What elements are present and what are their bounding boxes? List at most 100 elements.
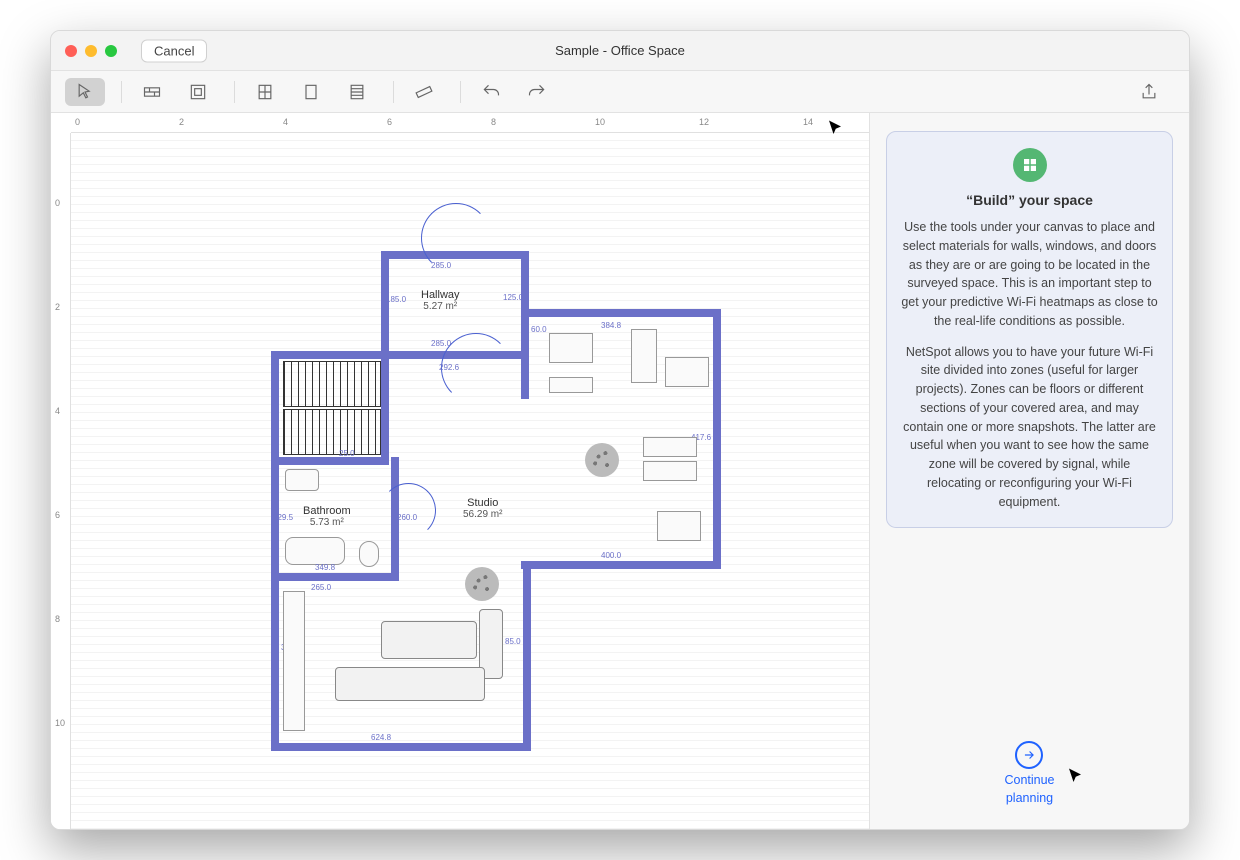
minimize-window-button[interactable] [85,45,97,57]
redo-button[interactable] [517,78,557,106]
floorplan-canvas[interactable]: 285.0 125.0 185.0 285.0 Hallway 5.27 m² … [71,133,869,829]
wall[interactable] [271,573,399,581]
separator [460,81,461,103]
ruler-tick: 0 [75,117,80,127]
stairs[interactable] [283,409,381,455]
close-window-button[interactable] [65,45,77,57]
select-tool[interactable] [65,78,105,106]
window-title: Sample - Office Space [555,43,685,58]
door-icon [301,82,321,102]
sink[interactable] [285,469,319,491]
door-tool[interactable] [291,78,331,106]
plant[interactable] [585,443,619,477]
wall[interactable] [521,309,721,317]
toolbar [51,71,1189,113]
dimension-label: 384.8 [601,321,621,330]
app-window: Cancel Sample - Office Space [50,30,1190,830]
continue-planning-button[interactable]: Continue planning [1004,741,1054,811]
kitchenette[interactable] [283,591,305,731]
stairs-icon [347,82,367,102]
undo-button[interactable] [471,78,511,106]
wall[interactable] [521,561,721,569]
wall[interactable] [523,561,531,751]
dimension-label: 185.0 [386,295,406,304]
desk[interactable] [643,461,697,481]
dimension-label: 60.0 [531,325,547,334]
dimension-label: 292.6 [439,363,459,372]
ruler-tick: 4 [55,406,60,416]
cancel-button[interactable]: Cancel [141,39,207,62]
desk[interactable] [549,333,593,363]
dimension-label: 85.0 [505,637,521,646]
stairs[interactable] [283,361,381,407]
sidebar: “Build” your space Use the tools under y… [869,113,1189,829]
ruler-icon [414,82,434,102]
desk[interactable] [665,357,709,387]
room-tool[interactable] [178,78,218,106]
dimension-label: 260.0 [397,513,417,522]
desk[interactable] [643,437,697,457]
wall[interactable] [271,743,531,751]
undo-icon [481,82,501,102]
share-button[interactable] [1129,78,1169,106]
wall[interactable] [271,351,279,751]
separator [121,81,122,103]
tip-icon [1013,148,1047,182]
ruler-tick: 2 [179,117,184,127]
separator [393,81,394,103]
dimension-label: 349.8 [315,563,335,572]
floorplan[interactable]: 285.0 125.0 185.0 285.0 Hallway 5.27 m² … [271,233,731,753]
ruler-tick: 8 [491,117,496,127]
wall[interactable] [271,457,389,465]
ruler-tick: 10 [55,718,65,728]
share-icon [1139,82,1159,102]
coffee-table[interactable] [381,621,477,659]
desk[interactable] [657,511,701,541]
redo-icon [527,82,547,102]
toilet[interactable] [359,541,379,567]
wall[interactable] [521,251,529,399]
continue-label-line2: planning [1006,791,1053,805]
dimension-label: 624.8 [371,733,391,742]
wall[interactable] [713,309,721,569]
ruler-tick: 4 [283,117,288,127]
tip-paragraph: Use the tools under your canvas to place… [901,218,1158,331]
wall[interactable] [381,351,389,465]
room-icon [188,82,208,102]
canvas-area: 0 2 4 6 8 10 12 14 0 2 4 6 8 10 [51,113,869,829]
titlebar: Cancel Sample - Office Space [51,31,1189,71]
room-label-bathroom: Bathroom 5.73 m² [303,505,351,528]
stairs-tool[interactable] [337,78,377,106]
cursor-icon [75,82,95,102]
dimension-label: 400.0 [601,551,621,560]
ruler-tick: 10 [595,117,605,127]
wall-icon [142,82,162,102]
door-arc[interactable] [381,483,436,538]
arrow-right-circle-icon [1015,741,1043,769]
desk[interactable] [631,329,657,383]
measure-tool[interactable] [404,78,444,106]
ruler-tick: 6 [387,117,392,127]
room-label-hallway: Hallway 5.27 m² [421,289,460,312]
tip-paragraph: NetSpot allows you to have your future W… [901,343,1158,512]
bathtub[interactable] [285,537,345,565]
door-arc[interactable] [421,203,491,273]
desk[interactable] [549,377,593,393]
window-controls [65,45,117,57]
zoom-window-button[interactable] [105,45,117,57]
ruler-tick: 14 [803,117,813,127]
sofa[interactable] [335,667,485,701]
wall-tool[interactable] [132,78,172,106]
window-tool[interactable] [245,78,285,106]
tip-card: “Build” your space Use the tools under y… [886,131,1173,528]
wall[interactable] [381,251,389,357]
room-label-studio: Studio 56.29 m² [463,497,502,520]
build-icon [1021,156,1039,174]
ruler-tick: 0 [55,198,60,208]
ruler-tick: 12 [699,117,709,127]
wall[interactable] [271,351,389,359]
ruler-tick: 8 [55,614,60,624]
dimension-label: 125.0 [503,293,523,302]
plant[interactable] [465,567,499,601]
dimension-label: 265.0 [311,583,331,592]
